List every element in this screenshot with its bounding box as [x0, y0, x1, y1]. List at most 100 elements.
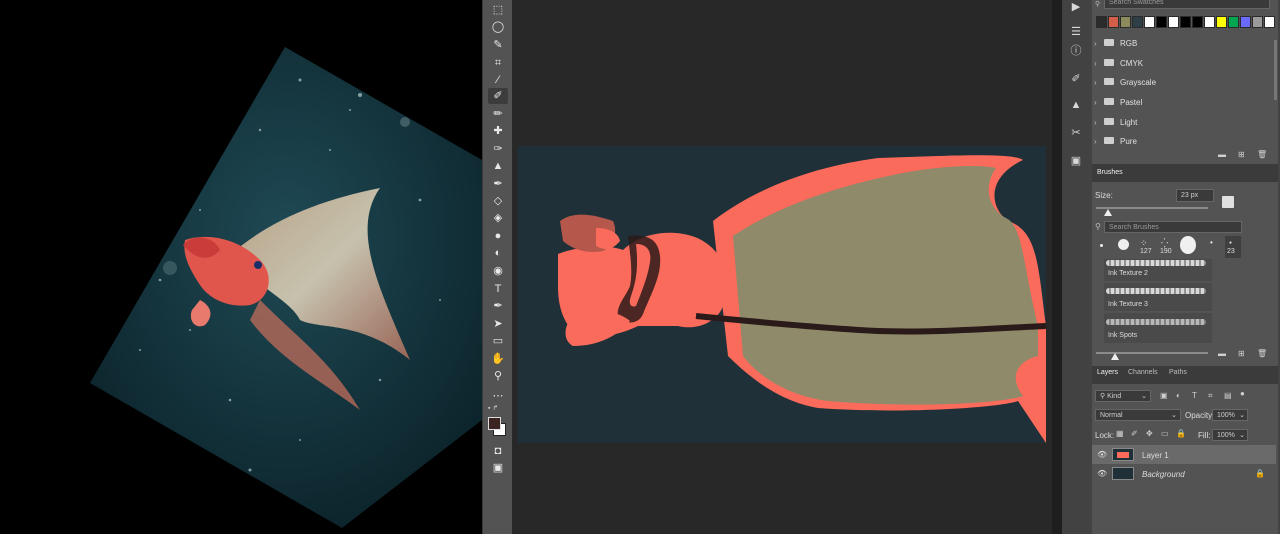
crop-icon[interactable]: ⌗ [488, 55, 508, 71]
filter-pixel-icon[interactable]: ▣ [1160, 390, 1168, 402]
layer-row-background[interactable]: 👁 Background 🔒 [1092, 464, 1276, 483]
swap-colors-icon[interactable]: ▪ ↱ [488, 404, 508, 414]
preview-size-slider-handle[interactable] [1111, 353, 1119, 360]
filter-adjustment-icon[interactable]: ◐ [1176, 390, 1181, 402]
trash-icon[interactable]: 🗑 [1257, 149, 1267, 161]
blur-icon[interactable]: ● [488, 228, 508, 244]
blend-mode-select[interactable]: Normal ⌄ [1095, 409, 1181, 421]
swatch-group-cmyk[interactable]: › CMYK [1094, 56, 1264, 72]
color-swatch[interactable] [1132, 16, 1143, 28]
clone-source-icon[interactable]: ▲ [1067, 97, 1085, 113]
color-swatch[interactable] [1204, 16, 1215, 28]
history-brush-icon[interactable]: ✒ [488, 176, 508, 192]
brush-preset-spatter[interactable]: ⁘ [1140, 238, 1152, 248]
fill-input[interactable]: 100% ⌄ [1212, 429, 1248, 441]
tab-brushes[interactable]: Brushes [1097, 165, 1123, 181]
more-icon[interactable]: ⋯ [488, 388, 508, 404]
visibility-eye-icon[interactable]: 👁 [1097, 445, 1107, 464]
lock-transparency-icon[interactable]: ▦ [1116, 428, 1124, 440]
color-swatch[interactable] [1096, 16, 1107, 28]
visibility-eye-icon[interactable]: 👁 [1097, 464, 1107, 483]
color-swatch[interactable] [1192, 16, 1203, 28]
sponge-icon[interactable]: ◉ [488, 263, 508, 279]
rectangle-icon[interactable]: ▭ [488, 333, 508, 349]
swatch-group-pastel[interactable]: › Pastel [1094, 95, 1264, 111]
brush-preset-small[interactable]: • [1210, 238, 1213, 247]
screen-mode-icon[interactable]: ▣ [488, 460, 508, 476]
filter-type-icon[interactable]: T [1192, 390, 1197, 402]
brush-icon[interactable]: ✐ [488, 88, 508, 104]
type-icon[interactable]: T [488, 281, 508, 297]
brush-preset-round[interactable] [1118, 239, 1129, 250]
color-swatch[interactable] [1252, 16, 1263, 28]
pen-icon[interactable]: ✒ [488, 298, 508, 314]
tab-layers[interactable]: Layers [1097, 365, 1118, 381]
filter-smart-object-icon[interactable]: ▤ [1224, 390, 1232, 402]
swatch-group-rgb[interactable]: › RGB [1094, 36, 1264, 52]
size-input[interactable]: 23 px [1176, 189, 1214, 202]
brush-preset-tiny[interactable] [1100, 244, 1103, 247]
swatch-group-grayscale[interactable]: › Grayscale [1094, 75, 1264, 91]
color-swatch[interactable] [1108, 16, 1119, 28]
zoom-icon[interactable]: ⚲ [488, 368, 508, 384]
info-icon[interactable]: ⓘ [1067, 43, 1085, 59]
brushes-search-input[interactable]: Search Brushes [1104, 221, 1242, 233]
history-icon[interactable]: ▣ [1067, 153, 1085, 169]
swatch-group-pure[interactable]: › Pure [1094, 134, 1264, 146]
pencil-icon[interactable]: ✏ [488, 106, 508, 122]
color-swatch[interactable] [1144, 16, 1155, 28]
stamp-icon[interactable]: ▲ [488, 158, 508, 174]
filter-toggle-icon[interactable]: ● [1240, 388, 1245, 400]
color-swatch[interactable] [1216, 16, 1227, 28]
color-swatch[interactable] [1228, 16, 1239, 28]
layer-row-layer-1[interactable]: 👁 Layer 1 [1092, 445, 1276, 464]
foreground-color-swatch[interactable] [488, 417, 501, 430]
size-slider-track[interactable] [1096, 207, 1208, 209]
tool-presets-icon[interactable]: ✂ [1067, 125, 1085, 141]
lock-pixels-icon[interactable]: ✐ [1131, 428, 1138, 440]
layer-filter-select[interactable]: ⚲ Kind ⌄ [1095, 390, 1151, 402]
healing-icon[interactable]: ✚ [488, 123, 508, 139]
new-group-icon[interactable]: ▬ [1218, 149, 1226, 161]
lasso-icon[interactable]: ◯ [488, 19, 508, 35]
swatches-search-input[interactable]: Search Swatches [1104, 0, 1270, 9]
marquee-icon[interactable]: ⬚ [488, 2, 508, 18]
new-brush-icon[interactable]: ⊞ [1238, 348, 1245, 360]
color-swatch[interactable] [1240, 16, 1251, 28]
eraser-icon[interactable]: ◇ [488, 193, 508, 209]
document-canvas[interactable] [518, 146, 1047, 443]
color-swatch[interactable] [1264, 16, 1275, 28]
play-icon[interactable]: ▶ [1067, 0, 1085, 15]
lock-all-icon[interactable]: 🔒 [1176, 428, 1186, 440]
eyedropper-icon[interactable]: ⁄ [488, 72, 508, 88]
size-slider-handle[interactable] [1104, 209, 1112, 216]
brush-settings-toggle-icon[interactable] [1222, 196, 1234, 208]
quick-select-icon[interactable]: ✎ [488, 37, 508, 53]
filter-shape-icon[interactable]: ⌗ [1208, 390, 1213, 402]
new-swatch-icon[interactable]: ⊞ [1238, 149, 1245, 161]
new-group-icon[interactable]: ▬ [1218, 348, 1226, 360]
paint-bucket-icon[interactable]: ◈ [488, 210, 508, 226]
trash-icon[interactable]: 🗑 [1257, 348, 1267, 360]
path-select-icon[interactable]: ➤ [488, 316, 508, 332]
brush-settings-icon[interactable]: ✐ [1067, 71, 1085, 87]
adjustments-icon[interactable]: ☰ [1067, 24, 1085, 40]
lock-position-icon[interactable]: ✥ [1146, 428, 1153, 440]
tab-paths[interactable]: Paths [1169, 365, 1187, 381]
swatch-group-light[interactable]: › Light [1094, 115, 1264, 131]
color-swatch[interactable] [1180, 16, 1191, 28]
swatches-scrollbar[interactable] [1274, 40, 1277, 100]
tab-channels[interactable]: Channels [1128, 365, 1158, 381]
hand-icon[interactable]: ✋ [488, 351, 508, 367]
quick-mask-icon[interactable]: ◘ [488, 443, 508, 459]
opacity-input[interactable]: 100% ⌄ [1212, 409, 1248, 421]
color-swatch[interactable] [1168, 16, 1179, 28]
brush-preset-soft[interactable] [1180, 236, 1196, 254]
dodge-icon[interactable]: ◐ [488, 245, 508, 261]
tools-panel: ⬚ ◯ ✎ ⌗ ⁄ ✐ ✏ ✚ ✑ ▲ ✒ ◇ ◈ ● ◐ ◉ T ✒ ➤ ▭ … [482, 0, 514, 534]
color-swatch[interactable] [1120, 16, 1131, 28]
mixer-brush-icon[interactable]: ✑ [488, 141, 508, 157]
lock-artboard-icon[interactable]: ▭ [1161, 428, 1169, 440]
brush-preset-spray[interactable]: ⁛ [1161, 238, 1173, 248]
color-swatch[interactable] [1156, 16, 1167, 28]
